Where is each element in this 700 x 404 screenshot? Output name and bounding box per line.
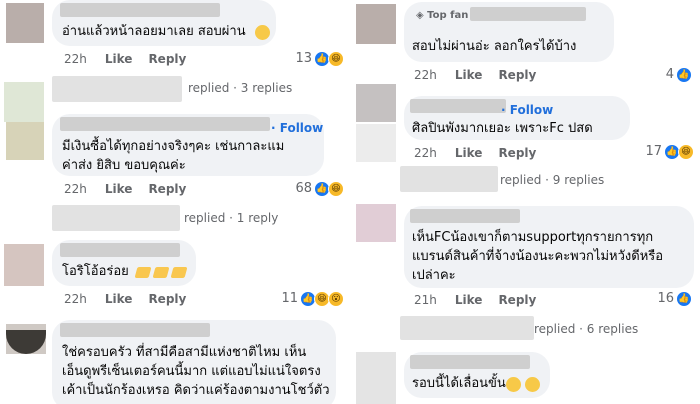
commenter-name-blurred[interactable] — [60, 323, 210, 337]
comments-column-left: อ่านแล้วหน้าลอยมาเลย สอบผ่าน 22h Like Repl… — [0, 0, 346, 404]
replier-avatars-blurred — [52, 76, 182, 102]
wow-reaction-icon: 😮 — [328, 291, 344, 307]
commenter-name-blurred[interactable] — [410, 209, 520, 223]
follow-button[interactable]: · Follow — [271, 121, 323, 135]
like-button[interactable]: Like — [105, 182, 133, 196]
reply-button[interactable]: Reply — [498, 293, 536, 307]
avatar[interactable] — [356, 204, 396, 242]
avatar[interactable] — [356, 124, 396, 162]
comment-text: ศิลปินพังมากเยอะ เพราะFc ปสด — [412, 121, 593, 136]
smirk-emoji-icon — [255, 25, 270, 40]
commenter-name-blurred[interactable] — [60, 3, 220, 17]
reaction-count[interactable]: 17 — [640, 144, 662, 159]
column-separator — [346, 0, 354, 404]
grin-emoji-icon — [506, 377, 521, 392]
reaction-count[interactable]: 16 — [654, 291, 674, 306]
comment-actions: 22h Like Reply — [64, 292, 186, 306]
comment-time[interactable]: 22h — [64, 182, 87, 196]
comment-actions: 22h Like Reply — [414, 146, 536, 160]
cheese-emoji-icon — [170, 267, 188, 278]
comment-actions: 22h Like Reply — [414, 68, 536, 82]
avatar[interactable] — [6, 122, 44, 160]
reply-button[interactable]: Reply — [148, 182, 186, 196]
like-button[interactable]: Like — [455, 146, 483, 160]
comment-text-line-1: มีเงินซื้อได้ทุกอย่างจริงๆคะ เช่นกาละแม — [62, 139, 285, 154]
cheese-emoji-icon — [152, 267, 170, 278]
top-fan-badge: ◈ Top fan — [416, 10, 469, 21]
replier-avatars-blurred — [52, 205, 180, 231]
avatar[interactable] — [4, 244, 44, 286]
grin-emoji-icon — [525, 377, 540, 392]
reply-button[interactable]: Reply — [148, 52, 186, 66]
replies-link[interactable]: replied · 6 replies — [534, 322, 638, 336]
avatar[interactable] — [4, 82, 44, 122]
comment-text: อ่านแล้วหน้าลอยมาเลย สอบผ่าน — [62, 24, 246, 39]
replies-link[interactable]: replied · 9 replies — [500, 173, 604, 187]
reply-button[interactable]: Reply — [148, 292, 186, 306]
comment-text-line-2: เอ็นดูพรีเซ็นเตอร์คนนี้มาก แต่แอบไม่แน่ใ… — [62, 364, 321, 379]
commenter-name-blurred[interactable] — [410, 355, 530, 369]
top-fan-label: Top fan — [427, 10, 469, 21]
avatar[interactable] — [356, 84, 396, 122]
like-reaction-icon: 👍 — [676, 67, 692, 83]
haha-reaction-icon: 😆 — [328, 51, 344, 67]
comments-column-right: ◈ Top fan สอบไม่ผ่านอ่ะ ลอกใครได้บ้าง 22… — [354, 0, 700, 404]
haha-reaction-icon: 😆 — [678, 144, 694, 160]
like-button[interactable]: Like — [455, 293, 483, 307]
replies-link[interactable]: replied · 1 reply — [184, 211, 278, 225]
replier-avatars-blurred — [400, 316, 534, 340]
replies-link[interactable]: replied · 3 replies — [188, 81, 292, 95]
comment-time[interactable]: 22h — [414, 146, 437, 160]
like-button[interactable]: Like — [455, 68, 483, 82]
commenter-name-blurred[interactable] — [410, 99, 506, 113]
reaction-count[interactable]: 68 — [288, 181, 312, 196]
commenter-name-blurred[interactable] — [60, 117, 270, 131]
like-button[interactable]: Like — [105, 52, 133, 66]
comment-text-line-3: เปล่าคะ — [412, 268, 456, 283]
avatar[interactable] — [356, 4, 396, 44]
comment-time[interactable]: 21h — [414, 293, 437, 307]
reaction-count[interactable]: 4 — [654, 67, 674, 82]
comment-text: สอบไม่ผ่านอ่ะ ลอกใครได้บ้าง — [412, 39, 577, 54]
comment-text: รอบนี้ได้เลื่อนขั้น — [412, 376, 506, 391]
comment-actions: 22h Like Reply — [64, 182, 186, 196]
avatar[interactable] — [6, 3, 44, 43]
like-reaction-icon: 👍 — [676, 291, 692, 307]
reply-button[interactable]: Reply — [498, 68, 536, 82]
comment-actions: 22h Like Reply — [64, 52, 186, 66]
reply-button[interactable]: Reply — [498, 146, 536, 160]
comment-text-line-2: ค่าส่ง ยิสิบ ขอบคุณค่ะ — [62, 158, 186, 173]
comment-text: โอริโอ้อร่อย — [62, 264, 129, 279]
comment-actions: 21h Like Reply — [414, 293, 536, 307]
comment-text-line-2: แบรนด์สินค้าที่จ้างน้องนะคะพวกไม่หวังดีห… — [412, 249, 664, 264]
comment-time[interactable]: 22h — [64, 292, 87, 306]
commenter-name-blurred[interactable] — [470, 7, 586, 21]
avatar[interactable] — [356, 352, 396, 404]
reaction-count[interactable]: 11 — [276, 291, 298, 306]
commenter-name-blurred[interactable] — [60, 243, 180, 257]
replier-avatars-blurred — [400, 166, 498, 192]
comment-time[interactable]: 22h — [64, 52, 87, 66]
comment-text-line-1: ใช่ครอบครัว ที่สามีคือสามีแห่งชาติไหม เห… — [62, 345, 307, 360]
like-button[interactable]: Like — [105, 292, 133, 306]
reaction-count[interactable]: 13 — [292, 51, 312, 66]
follow-button[interactable]: · Follow — [501, 103, 553, 117]
cheese-emoji-icon — [134, 267, 152, 278]
comment-text-line-3: เค้าเป็นนักร้องเหรอ คิดว่าแค่ร้องตามงานโ… — [62, 383, 330, 398]
haha-reaction-icon: 😆 — [328, 181, 344, 197]
comment-text-line-1: เห็นFCน้องเขาก็ตามsupportทุกรายการทุก — [412, 230, 654, 245]
comment-time[interactable]: 22h — [414, 68, 437, 82]
